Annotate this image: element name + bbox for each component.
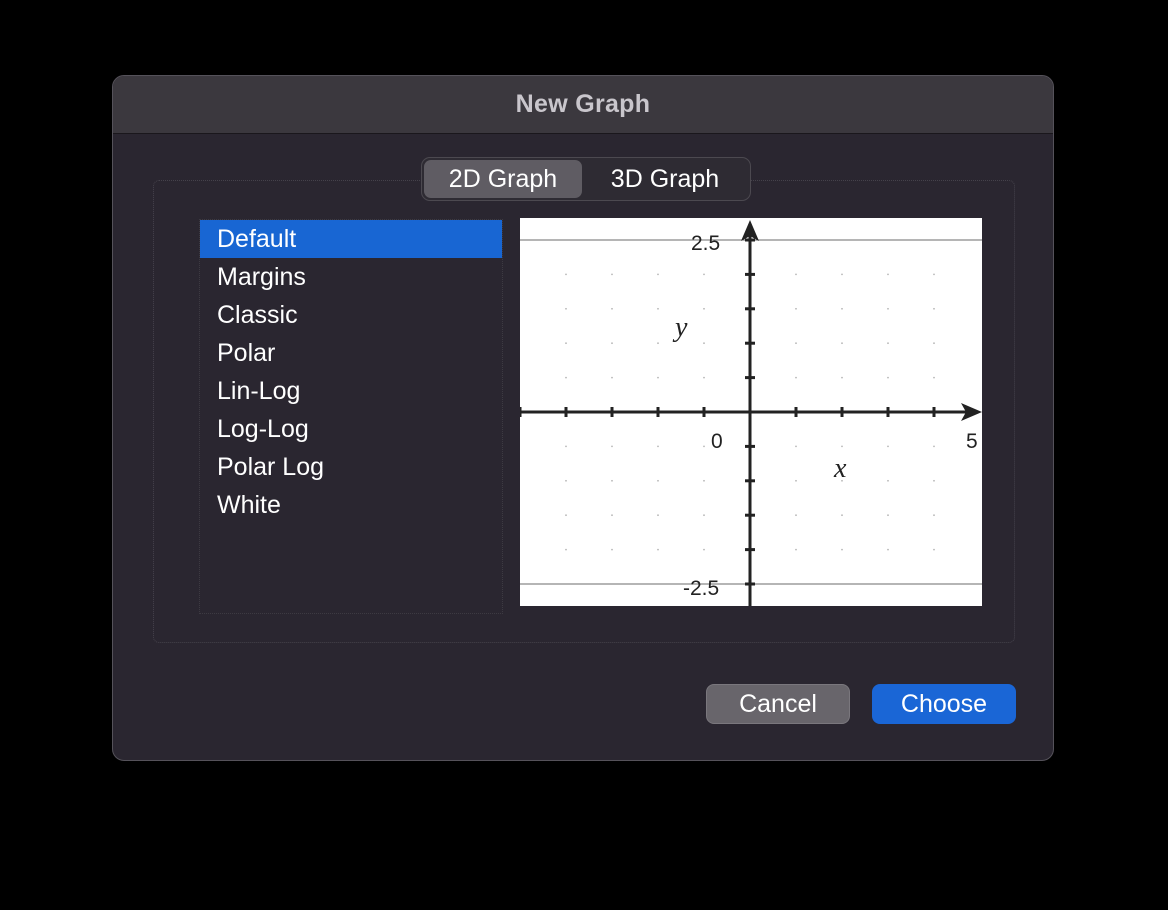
grid-dot [611,445,613,448]
grid-dot [795,342,797,345]
grid-dot [933,342,935,345]
x-max-label: 5 [966,430,978,453]
grid-dot [611,479,613,482]
grid-dot [565,479,567,482]
template-list: Default Margins Classic Polar Lin-Log Lo… [199,219,503,614]
grid-dot [841,445,843,448]
title-bar: New Graph [113,76,1053,134]
choose-button[interactable]: Choose [872,684,1016,724]
grid-dot [933,445,935,448]
grid-dot [887,376,889,379]
grid-dot [565,514,567,517]
grid-dot [933,273,935,276]
graph-preview: 0 5 2.5 -2.5 y x [520,218,982,606]
tab-2d-graph[interactable]: 2D Graph [424,160,582,198]
grid-dot [933,307,935,310]
grid-dot [795,307,797,310]
grid-dot [611,342,613,345]
grid-dot [657,307,659,310]
grid-dot [565,342,567,345]
grid-dot [841,307,843,310]
grid-dot [703,445,705,448]
grid-dot [933,376,935,379]
grid-dot [841,514,843,517]
grid-dot [887,445,889,448]
grid-dot [933,479,935,482]
grid-dot [795,445,797,448]
graph-type-segmented-control: 2D Graph 3D Graph [421,157,751,201]
grid-dot [703,273,705,276]
grid-dot [565,445,567,448]
cancel-button[interactable]: Cancel [706,684,850,724]
template-item-classic[interactable]: Classic [200,296,502,334]
grid-dot [887,307,889,310]
grid-dot [611,307,613,310]
template-item-lin-log[interactable]: Lin-Log [200,372,502,410]
grid-dot [657,479,659,482]
grid-dot [657,376,659,379]
grid-dot [657,548,659,551]
grid-dot [565,376,567,379]
grid-dot [933,514,935,517]
grid-dot [611,514,613,517]
grid-dot [657,514,659,517]
template-item-white[interactable]: White [200,486,502,524]
grid-dot [703,376,705,379]
grid-dot [703,479,705,482]
template-item-margins[interactable]: Margins [200,258,502,296]
grid-dot [841,548,843,551]
grid-dot [657,273,659,276]
y-max-label: 2.5 [691,232,720,255]
grid-dot [795,273,797,276]
grid-dot [795,514,797,517]
grid-dot [703,514,705,517]
template-item-log-log[interactable]: Log-Log [200,410,502,448]
tab-3d-graph[interactable]: 3D Graph [582,160,748,198]
grid-dot [611,376,613,379]
grid-dot [565,548,567,551]
template-item-polar[interactable]: Polar [200,334,502,372]
grid-dot [565,307,567,310]
grid-dot [565,273,567,276]
grid-dot [887,548,889,551]
new-graph-dialog: New Graph 2D Graph 3D Graph Default Marg… [112,75,1054,761]
y-axis-label: y [672,312,688,343]
template-item-default[interactable]: Default [200,220,502,258]
grid-dot [611,548,613,551]
graph-preview-canvas: 0 5 2.5 -2.5 y x [520,220,982,606]
grid-dot [841,273,843,276]
grid-dot [887,273,889,276]
grid-dot [657,342,659,345]
dialog-title: New Graph [515,90,651,118]
y-min-label: -2.5 [683,577,719,600]
grid-dot [795,548,797,551]
grid-dot [795,376,797,379]
grid-dot [887,514,889,517]
grid-dot [795,479,797,482]
grid-dot [611,273,613,276]
grid-dot [841,342,843,345]
grid-dot [887,342,889,345]
grid-dot [657,445,659,448]
grid-dot [841,376,843,379]
origin-label: 0 [711,430,723,453]
grid-dot [887,479,889,482]
template-item-polar-log[interactable]: Polar Log [200,448,502,486]
x-axis-label: x [833,453,847,484]
grid-dot [703,548,705,551]
grid-dot [703,307,705,310]
grid-dot [703,342,705,345]
grid-dot [933,548,935,551]
